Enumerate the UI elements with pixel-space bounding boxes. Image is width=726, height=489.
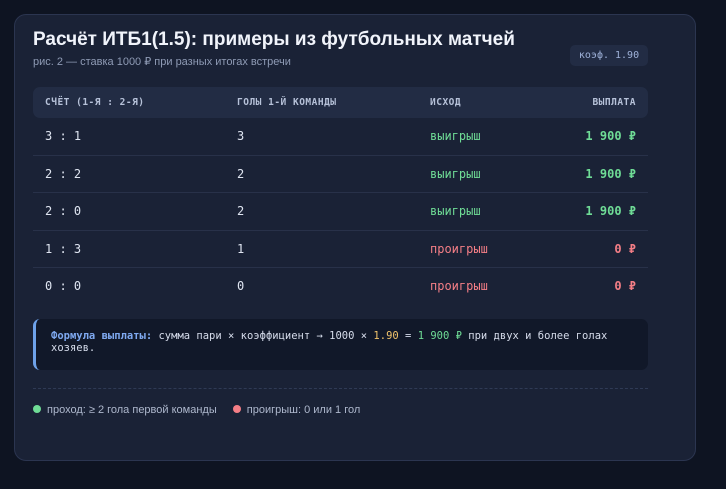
column-header-payout: ВЫПЛАТА	[592, 97, 636, 108]
legend-item-win: проход: ≥ 2 гола первой команды	[33, 404, 217, 416]
outcome-cell: выигрыш	[430, 166, 481, 181]
goals-cell: 1	[237, 241, 245, 256]
legend: проход: ≥ 2 гола первой команды проигрыш…	[33, 404, 373, 420]
goals-cell: 2	[237, 204, 245, 218]
score-cell: 3 : 1	[45, 129, 82, 143]
table-row: 2 : 2 2 выигрыш 1 900 ₽	[33, 156, 648, 193]
score-cell: 0 : 0	[45, 279, 82, 293]
payout-formula: Формула выплаты: сумма пари × коэффициен…	[33, 319, 648, 370]
formula-coefficient: 1.90	[373, 330, 399, 342]
legend-label-lose: проигрыш: 0 или 1 гол	[246, 404, 361, 416]
outcome-cell: выигрыш	[430, 129, 481, 143]
table-row: 3 : 1 3 выигрыш 1 900 ₽	[33, 118, 648, 156]
outcome-cell: проигрыш	[430, 241, 488, 256]
goals-cell: 2	[237, 166, 245, 181]
score-cell: 1 : 3	[45, 241, 82, 256]
legend-dot-win	[33, 405, 41, 414]
payout-cell: 0 ₽	[614, 241, 636, 256]
goals-cell: 0	[237, 279, 245, 293]
payout-cell: 1 900 ₽	[585, 204, 636, 218]
payout-cell: 0 ₽	[614, 279, 636, 293]
page-title: Расчёт ИТБ1(1.5): примеры из футбольных …	[33, 29, 515, 50]
results-table: СЧЁТ (1-Я : 2-Я) ГОЛЫ 1-Й КОМАНДЫ ИСХОД …	[33, 87, 648, 305]
payout-cell: 1 900 ₽	[585, 166, 636, 181]
outcome-cell: выигрыш	[430, 204, 481, 218]
table-body: 3 : 1 3 выигрыш 1 900 ₽ 2 : 2 2 выигрыш 1 900 ₽…	[33, 118, 648, 305]
score-cell: 2 : 0	[45, 204, 82, 218]
table-header: СЧЁТ (1-Я : 2-Я) ГОЛЫ 1-Й КОМАНДЫ ИСХОД …	[33, 87, 648, 118]
dashed-divider	[33, 388, 648, 389]
score-cell: 2 : 2	[45, 166, 82, 181]
legend-item-lose: проигрыш: 0 или 1 гол	[232, 404, 361, 416]
legend-label-win: проход: ≥ 2 гола первой команды	[47, 404, 217, 416]
formula-result: 1 900 ₽	[417, 330, 462, 342]
goals-cell: 3	[237, 129, 245, 143]
formula-equals: =	[398, 330, 418, 342]
legend-dot-lose	[232, 405, 241, 414]
table-row: 0 : 0 0 проигрыш 0 ₽	[33, 268, 648, 305]
coefficient-badge: коэф. 1.90	[570, 45, 648, 66]
table-row: 1 : 3 1 проигрыш 0 ₽	[33, 231, 648, 268]
formula-text: сумма пари × коэффициент → 1000 ×	[158, 330, 374, 342]
formula-label: Формула выплаты:	[51, 330, 153, 342]
figure-caption: рис. 2 — ставка 1000 ₽ при разных итогах…	[33, 56, 291, 68]
column-header-score: СЧЁТ (1-Я : 2-Я)	[45, 97, 145, 108]
table-row: 2 : 0 2 выигрыш 1 900 ₽	[33, 193, 648, 231]
column-header-outcome: ИСХОД	[430, 97, 462, 108]
outcome-cell: проигрыш	[430, 279, 488, 293]
payout-cell: 1 900 ₽	[585, 129, 636, 143]
column-header-goals: ГОЛЫ 1-Й КОМАНДЫ	[237, 97, 337, 108]
